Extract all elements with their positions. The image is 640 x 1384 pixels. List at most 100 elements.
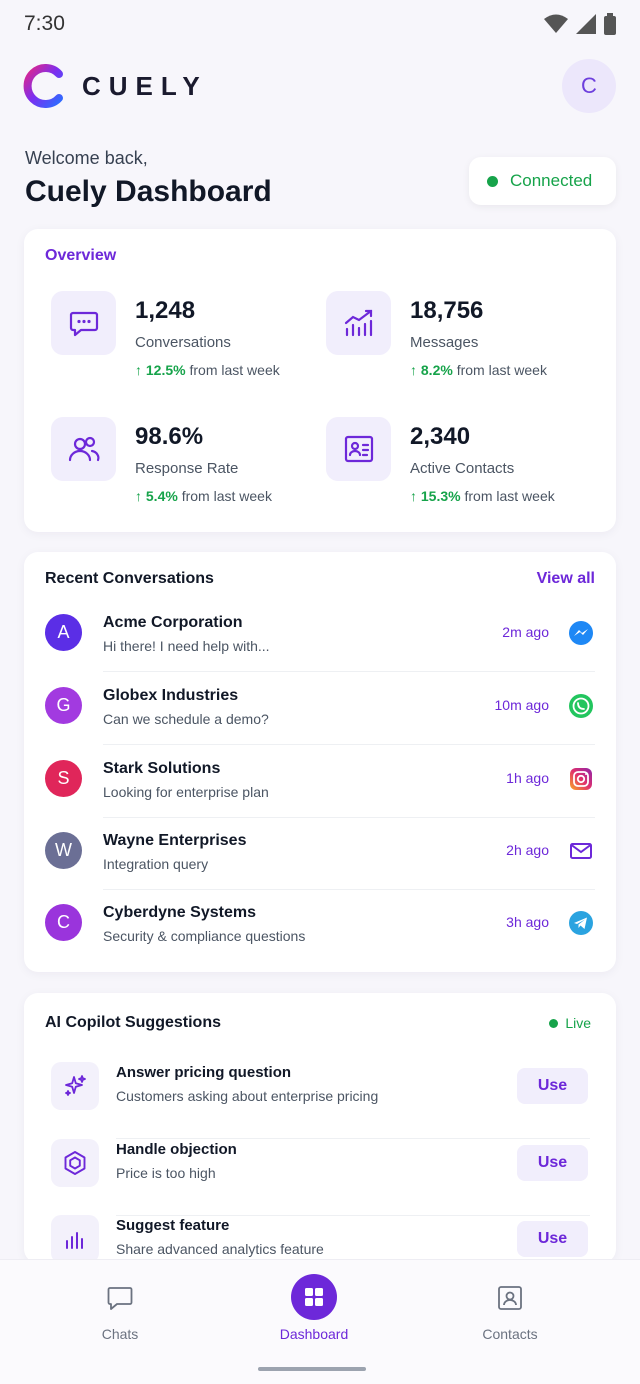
conversation-row[interactable]: W Wayne Enterprises Integration query 2h…	[24, 818, 616, 890]
bottom-nav: Chats Dashboard Contacts	[0, 1259, 640, 1384]
email-icon	[570, 843, 592, 859]
wifi-icon	[544, 14, 568, 33]
suggestion-row[interactable]: Handle objection Price is too high Use	[24, 1139, 616, 1216]
stat-change-suffix: from last week	[464, 488, 555, 504]
brand-name: CUELY	[82, 70, 208, 101]
avatar: S	[45, 760, 82, 797]
avatar: C	[45, 904, 82, 941]
status-bar: 7:30	[0, 0, 640, 48]
stat-value: 1,248	[135, 297, 196, 324]
overview-card: Overview 1,248 Conversations ↑ 12.5% fro…	[24, 229, 616, 532]
bar-chart-trend-icon	[326, 291, 391, 355]
overview-title: Overview	[45, 247, 117, 264]
active-indicator	[291, 1274, 337, 1320]
nav-item-dashboard[interactable]: Dashboard	[214, 1260, 414, 1360]
contact-card-icon	[326, 417, 391, 481]
recent-conversations-card: Recent Conversations View all A Acme Cor…	[24, 552, 616, 972]
live-label: Live	[565, 1015, 591, 1031]
welcome-subtitle: Welcome back,	[25, 148, 148, 168]
conversation-time: 10m ago	[494, 697, 549, 713]
suggestion-title: Answer pricing question	[116, 1064, 292, 1081]
stat-conversations[interactable]: 1,248 Conversations ↑ 12.5% from last we…	[51, 291, 311, 391]
nav-item-contacts[interactable]: Contacts	[410, 1260, 610, 1360]
stat-change: ↑ 8.2% from last week	[410, 362, 547, 378]
page-title: Cuely Dashboard	[25, 175, 272, 208]
nav-label: Dashboard	[279, 1326, 349, 1342]
suggestion-subtitle: Price is too high	[116, 1165, 216, 1181]
stat-response-rate[interactable]: 98.6% Response Rate ↑ 5.4% from last wee…	[51, 417, 311, 517]
stat-active-contacts[interactable]: 2,340 Active Contacts ↑ 15.3% from last …	[326, 417, 586, 517]
connection-label: Connected	[510, 171, 593, 190]
suggestion-row[interactable]: Answer pricing question Customers asking…	[24, 1062, 616, 1139]
sparkles-icon	[51, 1062, 99, 1110]
conversation-name: Globex Industries	[103, 687, 239, 704]
stat-change: ↑ 15.3% from last week	[410, 488, 555, 504]
conversation-row[interactable]: C Cyberdyne Systems Security & complianc…	[24, 890, 616, 962]
user-avatar[interactable]: C	[562, 59, 616, 113]
suggestion-title: Suggest feature	[116, 1217, 230, 1234]
stat-change-pct: 12.5%	[145, 362, 186, 378]
telegram-icon	[569, 911, 593, 935]
use-button[interactable]: Use	[517, 1068, 588, 1104]
nav-item-chats[interactable]: Chats	[20, 1260, 220, 1360]
conversation-time: 1h ago	[506, 770, 549, 786]
conversation-preview: Security & compliance questions	[103, 928, 306, 944]
conversation-time: 2m ago	[502, 624, 549, 640]
users-icon	[51, 417, 116, 481]
brand: CUELY	[22, 64, 208, 108]
nav-label: Contacts	[482, 1326, 538, 1342]
stat-label: Messages	[410, 334, 479, 351]
cuely-logo-icon	[23, 64, 63, 108]
suggestion-subtitle: Share advanced analytics feature	[116, 1241, 324, 1257]
conversation-preview: Integration query	[103, 856, 209, 872]
stat-change-pct: 5.4%	[145, 488, 178, 504]
section-title: AI Copilot Suggestions	[45, 1014, 221, 1031]
chat-icon	[107, 1287, 133, 1310]
conversation-preview: Hi there! I need help with...	[103, 638, 270, 654]
stat-messages[interactable]: 18,756 Messages ↑ 8.2% from last week	[326, 291, 586, 391]
divider	[103, 744, 595, 745]
home-indicator[interactable]	[258, 1367, 366, 1371]
suggestion-row[interactable]: Suggest feature Share advanced analytics…	[24, 1215, 616, 1263]
stat-value: 18,756	[410, 297, 484, 324]
connection-status-badge: Connected	[469, 157, 616, 205]
app-header: CUELY C	[22, 58, 618, 114]
conversation-preview: Can we schedule a demo?	[103, 711, 269, 727]
stat-label: Response Rate	[135, 460, 239, 477]
conversation-name: Stark Solutions	[103, 760, 221, 777]
section-title: Recent Conversations	[45, 570, 214, 587]
chat-bubble-icon	[51, 291, 116, 355]
conversation-name: Wayne Enterprises	[103, 832, 247, 849]
conversation-preview: Looking for enterprise plan	[103, 784, 269, 800]
messenger-icon	[569, 621, 593, 645]
conversation-time: 2h ago	[506, 842, 549, 858]
suggestion-subtitle: Customers asking about enterprise pricin…	[116, 1088, 379, 1104]
stat-change-suffix: from last week	[456, 362, 547, 378]
avatar: A	[45, 614, 82, 651]
conversation-name: Acme Corporation	[103, 614, 243, 631]
suggestion-title: Handle objection	[116, 1141, 237, 1158]
stat-change: ↑ 12.5% from last week	[135, 362, 280, 378]
use-button[interactable]: Use	[517, 1221, 588, 1257]
conversation-row[interactable]: S Stark Solutions Looking for enterprise…	[24, 746, 616, 818]
status-time: 7:30	[24, 12, 65, 35]
stat-change-pct: 8.2%	[420, 362, 453, 378]
conversation-time: 3h ago	[506, 914, 549, 930]
welcome-block: Welcome back, Cuely Dashboard	[25, 148, 272, 209]
bar-chart-icon	[51, 1215, 99, 1263]
avatar: W	[45, 832, 82, 869]
use-button[interactable]: Use	[517, 1145, 588, 1181]
conversation-row[interactable]: G Globex Industries Can we schedule a de…	[24, 673, 616, 745]
instagram-icon	[570, 768, 592, 790]
copilot-suggestions-card: AI Copilot Suggestions Live Answer prici…	[24, 993, 616, 1263]
nav-label: Chats	[101, 1326, 139, 1342]
whatsapp-icon	[569, 694, 593, 718]
stat-label: Conversations	[135, 334, 231, 351]
grid-icon	[305, 1288, 323, 1306]
stat-change: ↑ 5.4% from last week	[135, 488, 272, 504]
signal-icon	[576, 14, 596, 34]
conversation-row[interactable]: A Acme Corporation Hi there! I need help…	[24, 600, 616, 672]
conversation-name: Cyberdyne Systems	[103, 904, 256, 921]
view-all-link[interactable]: View all	[537, 570, 595, 588]
divider	[103, 671, 595, 672]
